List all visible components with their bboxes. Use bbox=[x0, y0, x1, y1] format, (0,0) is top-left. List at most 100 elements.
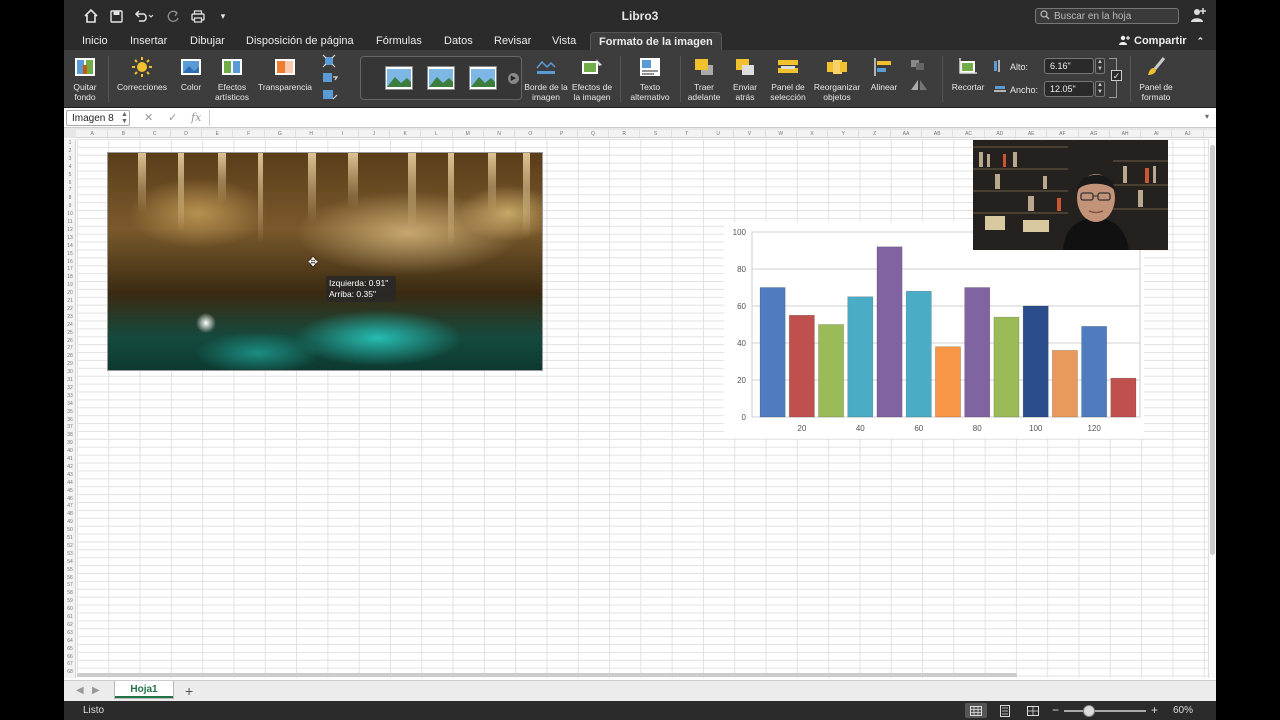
row-header[interactable]: 39 bbox=[64, 439, 75, 447]
row-header[interactable]: 11 bbox=[64, 218, 75, 226]
tab-disposicion[interactable]: Disposición de página bbox=[246, 32, 354, 50]
name-box-dropdown-icon[interactable]: ▲ ▼ bbox=[121, 111, 128, 125]
normal-view-icon[interactable] bbox=[965, 703, 987, 718]
row-header[interactable]: 52 bbox=[64, 542, 75, 550]
lock-aspect-checkbox[interactable]: ✓ bbox=[1111, 70, 1122, 81]
column-header[interactable]: E bbox=[202, 130, 234, 137]
row-header[interactable]: 60 bbox=[64, 605, 75, 613]
next-sheet-icon[interactable]: ▶ bbox=[92, 685, 100, 696]
row-header[interactable]: 28 bbox=[64, 352, 75, 360]
zoom-in-icon[interactable]: + bbox=[1151, 703, 1158, 717]
select-all-corner[interactable] bbox=[64, 130, 76, 138]
row-header[interactable]: 40 bbox=[64, 447, 75, 455]
column-header[interactable]: A bbox=[77, 130, 109, 137]
picture-style-2[interactable] bbox=[427, 66, 455, 90]
row-header[interactable]: 64 bbox=[64, 637, 75, 645]
bar-chart[interactable]: 0 20 40 60 80 100 20 40 60 80 100 120 bbox=[724, 222, 1144, 438]
save-icon[interactable] bbox=[107, 7, 125, 25]
row-header[interactable]: 30 bbox=[64, 368, 75, 376]
row-header[interactable]: 59 bbox=[64, 597, 75, 605]
row-header[interactable]: 1 bbox=[64, 139, 75, 147]
column-header[interactable]: AF bbox=[1047, 130, 1079, 137]
row-header[interactable]: 4 bbox=[64, 163, 75, 171]
row-header[interactable]: 17 bbox=[64, 265, 75, 273]
expand-formula-icon[interactable]: ▾ bbox=[1205, 112, 1209, 121]
cancel-icon[interactable]: ✕ bbox=[144, 111, 153, 124]
column-header[interactable]: AC bbox=[953, 130, 985, 137]
row-header[interactable]: 22 bbox=[64, 305, 75, 313]
width-stepper[interactable]: ▲ ▼ bbox=[1095, 81, 1105, 97]
row-header[interactable]: 6 bbox=[64, 179, 75, 187]
confirm-icon[interactable]: ✓ bbox=[168, 111, 177, 124]
column-header[interactable]: C bbox=[140, 130, 171, 137]
column-header[interactable]: B bbox=[108, 130, 140, 137]
format-pane-button[interactable]: Panel de formato bbox=[1134, 56, 1178, 102]
tab-revisar[interactable]: Revisar bbox=[494, 32, 531, 50]
column-header[interactable]: I bbox=[327, 130, 359, 137]
column-header[interactable]: R bbox=[609, 130, 641, 137]
row-header[interactable]: 5 bbox=[64, 171, 75, 179]
column-header[interactable]: AE bbox=[1016, 130, 1048, 137]
function-icon[interactable]: fx bbox=[191, 111, 201, 124]
column-header[interactable]: O bbox=[515, 130, 547, 137]
row-header[interactable]: 44 bbox=[64, 479, 75, 487]
row-header[interactable]: 46 bbox=[64, 495, 75, 503]
sheet-tab-hoja1[interactable]: Hoja1 bbox=[114, 681, 174, 699]
formula-input[interactable] bbox=[209, 110, 1209, 126]
cave-picture[interactable] bbox=[107, 152, 543, 371]
row-header[interactable]: 9 bbox=[64, 202, 75, 210]
vertical-scroll-thumb[interactable] bbox=[1210, 145, 1215, 555]
page-layout-view-icon[interactable] bbox=[994, 703, 1016, 718]
row-header[interactable]: 68 bbox=[64, 668, 75, 676]
row-header[interactable]: 65 bbox=[64, 645, 75, 653]
row-header[interactable]: 25 bbox=[64, 329, 75, 337]
alt-text-button[interactable]: Texto alternativo bbox=[626, 56, 674, 102]
column-header[interactable]: G bbox=[265, 130, 297, 137]
row-header[interactable]: 2 bbox=[64, 147, 75, 155]
row-header[interactable]: 47 bbox=[64, 502, 75, 510]
column-header[interactable]: S bbox=[640, 130, 672, 137]
column-header[interactable]: H bbox=[296, 130, 328, 137]
crop-button[interactable]: Recortar bbox=[948, 56, 988, 92]
row-header[interactable]: 45 bbox=[64, 487, 75, 495]
row-header[interactable]: 61 bbox=[64, 613, 75, 621]
row-header[interactable]: 57 bbox=[64, 581, 75, 589]
row-header[interactable]: 66 bbox=[64, 653, 75, 661]
corrections-button[interactable]: Correcciones bbox=[114, 56, 170, 92]
column-header[interactable]: AH bbox=[1110, 130, 1142, 137]
picture-styles-gallery[interactable]: ▶ bbox=[360, 56, 522, 100]
row-header[interactable]: 56 bbox=[64, 574, 75, 582]
column-header[interactable]: AA bbox=[891, 130, 923, 137]
row-header[interactable]: 43 bbox=[64, 471, 75, 479]
reorder-objects-button[interactable]: Reorganizar objetos bbox=[812, 56, 862, 102]
prev-sheet-icon[interactable]: ◀ bbox=[76, 685, 84, 696]
column-header[interactable]: T bbox=[672, 130, 703, 137]
tab-insertar[interactable]: Insertar bbox=[130, 32, 167, 50]
row-header[interactable]: 31 bbox=[64, 376, 75, 384]
compress-pictures-icon[interactable] bbox=[322, 54, 338, 68]
column-header[interactable]: D bbox=[171, 130, 203, 137]
print-icon[interactable] bbox=[189, 7, 207, 25]
bring-forward-button[interactable]: Traer adelante bbox=[684, 56, 724, 102]
color-button[interactable]: Color bbox=[176, 56, 206, 92]
zoom-slider-handle[interactable] bbox=[1083, 705, 1095, 717]
row-header[interactable]: 36 bbox=[64, 416, 75, 424]
row-header[interactable]: 54 bbox=[64, 558, 75, 566]
add-sheet-icon[interactable]: + bbox=[185, 683, 193, 699]
column-header[interactable]: L bbox=[421, 130, 453, 137]
person-add-icon[interactable] bbox=[1190, 7, 1208, 25]
tab-formato-imagen[interactable]: Formato de la imagen bbox=[590, 32, 722, 50]
row-header[interactable]: 42 bbox=[64, 463, 75, 471]
send-backward-button[interactable]: Enviar atrás bbox=[726, 56, 764, 102]
column-header[interactable]: J bbox=[359, 130, 390, 137]
undo-icon[interactable] bbox=[132, 7, 156, 25]
share-button[interactable]: Compartir ⌃ bbox=[1118, 32, 1204, 50]
column-header[interactable]: M bbox=[453, 130, 484, 137]
vertical-scrollbar[interactable] bbox=[1208, 139, 1216, 678]
change-picture-icon[interactable] bbox=[322, 71, 339, 85]
row-header[interactable]: 14 bbox=[64, 242, 75, 250]
row-header[interactable]: 37 bbox=[64, 423, 75, 431]
column-header[interactable]: AJ bbox=[1173, 130, 1204, 137]
column-header[interactable]: X bbox=[797, 130, 829, 137]
tab-vista[interactable]: Vista bbox=[552, 32, 576, 50]
